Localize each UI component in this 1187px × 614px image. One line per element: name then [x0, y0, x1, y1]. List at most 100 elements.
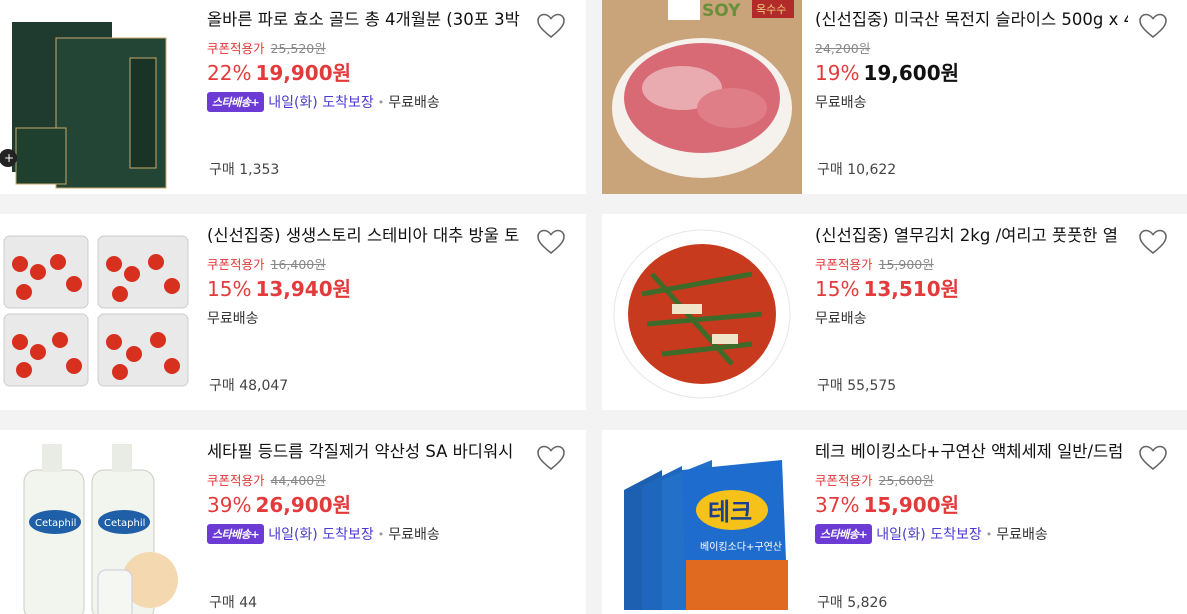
sale-price: 13,940원	[255, 277, 352, 301]
purchase-count: 구매 44	[209, 595, 258, 611]
original-price: 25,520원	[270, 41, 326, 56]
free-shipping: 무료배송	[815, 311, 867, 327]
purchase-count: 구매 55,575	[817, 378, 897, 394]
tech-sub-text: 베이킹소다+구연산	[700, 541, 782, 553]
original-price: 15,900원	[878, 257, 934, 272]
cetaphil-logo-text: Cetaphil	[104, 518, 145, 529]
discount-rate: 15%	[207, 277, 252, 301]
discount-rate: 39%	[207, 493, 252, 517]
product-title[interactable]: 테크 베이킹소다+구연산 액체세제 일반/드럼	[815, 440, 1128, 464]
original-price: 25,600원	[878, 473, 934, 488]
coupon-price-row: 쿠폰적용가 25,520원	[207, 38, 526, 57]
coupon-price-row: 쿠폰적용가 44,400원	[207, 470, 526, 489]
price-row: 15% 13,510원	[815, 276, 1128, 302]
purchase-count: 구매 5,826	[817, 595, 888, 611]
heart-outline-icon[interactable]	[1138, 444, 1168, 472]
coupon-label: 쿠폰적용가	[815, 473, 873, 488]
svg-text:+: +	[4, 151, 14, 165]
coupon-price-row: 쿠폰적용가 16,400원	[207, 254, 526, 273]
sale-price: 13,510원	[863, 277, 960, 301]
discount-rate: 22%	[207, 61, 252, 85]
product-card[interactable]: 테크 베이킹소다+구연산 테크 베이킹소다+구연산 액체세제 일반/드럼 쿠폰적…	[602, 430, 1187, 614]
sale-price: 19,600원	[863, 61, 960, 85]
product-grid: + 올바른 파로 효소 골드 총 4개월분 (30포 3박 쿠폰적용가 25,5…	[0, 0, 1187, 614]
original-price: 24,200원	[815, 41, 871, 56]
shipping-row: 스타배송+ 내일(화) 도착보장 • 무료배송	[207, 92, 526, 112]
price-row: 39% 26,900원	[207, 492, 526, 518]
shipping-row: 무료배송	[815, 92, 1128, 112]
price-row: 19% 19,600원	[815, 60, 1128, 86]
product-image[interactable]	[0, 214, 194, 410]
price-row: 22% 19,900원	[207, 60, 526, 86]
coupon-label: 쿠폰적용가	[207, 257, 265, 272]
shipping-row: 스타배송+ 내일(화) 도착보장 • 무료배송	[815, 524, 1128, 544]
product-info: 올바른 파로 효소 골드 총 4개월분 (30포 3박 쿠폰적용가 25,520…	[207, 8, 526, 112]
product-info: 세타필 등드름 각질제거 약산성 SA 바디워시 쿠폰적용가 44,400원 3…	[207, 440, 526, 544]
heart-outline-icon[interactable]	[1138, 228, 1168, 256]
arrival-guarantee: 내일(화) 도착보장	[268, 527, 374, 543]
heart-outline-icon[interactable]	[536, 12, 566, 40]
purchase-count: 구매 1,353	[209, 162, 280, 178]
sale-price: 26,900원	[255, 493, 352, 517]
separator-dot: •	[985, 527, 993, 541]
discount-rate: 19%	[815, 61, 860, 85]
product-title[interactable]: 세타필 등드름 각질제거 약산성 SA 바디워시	[207, 440, 526, 464]
free-shipping: 무료배송	[996, 527, 1048, 543]
product-card[interactable]: Cetaphil Cetaphil 세타필 등드름 각질제거 약산성 SA 바디…	[0, 430, 586, 614]
separator-dot: •	[377, 95, 385, 109]
discount-rate: 37%	[815, 493, 860, 517]
shipping-row: 스타배송+ 내일(화) 도착보장 • 무료배송	[207, 524, 526, 544]
discount-rate: 15%	[815, 277, 860, 301]
star-delivery-badge: 스타배송+	[815, 524, 873, 544]
heart-outline-icon[interactable]	[1138, 12, 1168, 40]
product-card[interactable]: (신선집중) 생생스토리 스테비아 대추 방울 토 쿠폰적용가 16,400원 …	[0, 214, 586, 410]
cetaphil-logo-text: Cetaphil	[35, 518, 76, 529]
tech-logo-text: 테크	[708, 498, 752, 526]
original-price: 44,400원	[270, 473, 326, 488]
coupon-label: 쿠폰적용가	[207, 41, 265, 56]
soy-logo-text: SOY	[702, 1, 741, 21]
purchase-count: 구매 10,622	[817, 162, 897, 178]
price-row: 15% 13,940원	[207, 276, 526, 302]
arrival-guarantee: 내일(화) 도착보장	[268, 95, 374, 111]
product-image[interactable]: SOY 옥수수	[602, 0, 802, 194]
free-shipping: 무료배송	[815, 95, 867, 111]
free-shipping: 무료배송	[388, 527, 440, 543]
product-image[interactable]	[602, 214, 802, 410]
product-title[interactable]: (신선집중) 열무김치 2kg /여리고 풋풋한 열	[815, 224, 1128, 248]
sale-price: 15,900원	[863, 493, 960, 517]
product-info: (신선집중) 생생스토리 스테비아 대추 방울 토 쿠폰적용가 16,400원 …	[207, 224, 526, 328]
coupon-label: 쿠폰적용가	[815, 257, 873, 272]
shipping-row: 무료배송	[207, 308, 526, 328]
product-card[interactable]: + 올바른 파로 효소 골드 총 4개월분 (30포 3박 쿠폰적용가 25,5…	[0, 0, 586, 194]
product-title[interactable]: 올바른 파로 효소 골드 총 4개월분 (30포 3박	[207, 8, 526, 32]
sale-price: 19,900원	[255, 61, 352, 85]
product-card[interactable]: SOY 옥수수 (신선집중) 미국산 목전지 슬라이스 500g x 4 24,…	[602, 0, 1187, 194]
free-shipping: 무료배송	[207, 311, 259, 327]
product-info: 테크 베이킹소다+구연산 액체세제 일반/드럼 쿠폰적용가 25,600원 37…	[815, 440, 1128, 544]
product-info: (신선집중) 열무김치 2kg /여리고 풋풋한 열 쿠폰적용가 15,900원…	[815, 224, 1128, 328]
free-shipping: 무료배송	[388, 95, 440, 111]
star-delivery-badge: 스타배송+	[207, 524, 265, 544]
product-image[interactable]: Cetaphil Cetaphil	[0, 430, 194, 614]
heart-outline-icon[interactable]	[536, 444, 566, 472]
purchase-count: 구매 48,047	[209, 378, 289, 394]
heart-outline-icon[interactable]	[536, 228, 566, 256]
brand-logo-text: 옥수수	[756, 3, 786, 16]
coupon-price-row: 쿠폰적용가 25,600원	[815, 470, 1128, 489]
product-info: (신선집중) 미국산 목전지 슬라이스 500g x 4 24,200원 19%…	[815, 8, 1128, 112]
product-card[interactable]: (신선집중) 열무김치 2kg /여리고 풋풋한 열 쿠폰적용가 15,900원…	[602, 214, 1187, 410]
separator-dot: •	[377, 527, 385, 541]
product-image[interactable]: 테크 베이킹소다+구연산	[602, 430, 802, 614]
coupon-label: 쿠폰적용가	[207, 473, 265, 488]
product-image[interactable]: +	[0, 0, 194, 194]
product-title[interactable]: (신선집중) 미국산 목전지 슬라이스 500g x 4	[815, 8, 1128, 32]
shipping-row: 무료배송	[815, 308, 1128, 328]
original-price: 16,400원	[270, 257, 326, 272]
price-row: 37% 15,900원	[815, 492, 1128, 518]
coupon-price-row: 24,200원	[815, 38, 1128, 57]
coupon-price-row: 쿠폰적용가 15,900원	[815, 254, 1128, 273]
star-delivery-badge: 스타배송+	[207, 92, 265, 112]
product-title[interactable]: (신선집중) 생생스토리 스테비아 대추 방울 토	[207, 224, 526, 248]
arrival-guarantee: 내일(화) 도착보장	[876, 527, 982, 543]
